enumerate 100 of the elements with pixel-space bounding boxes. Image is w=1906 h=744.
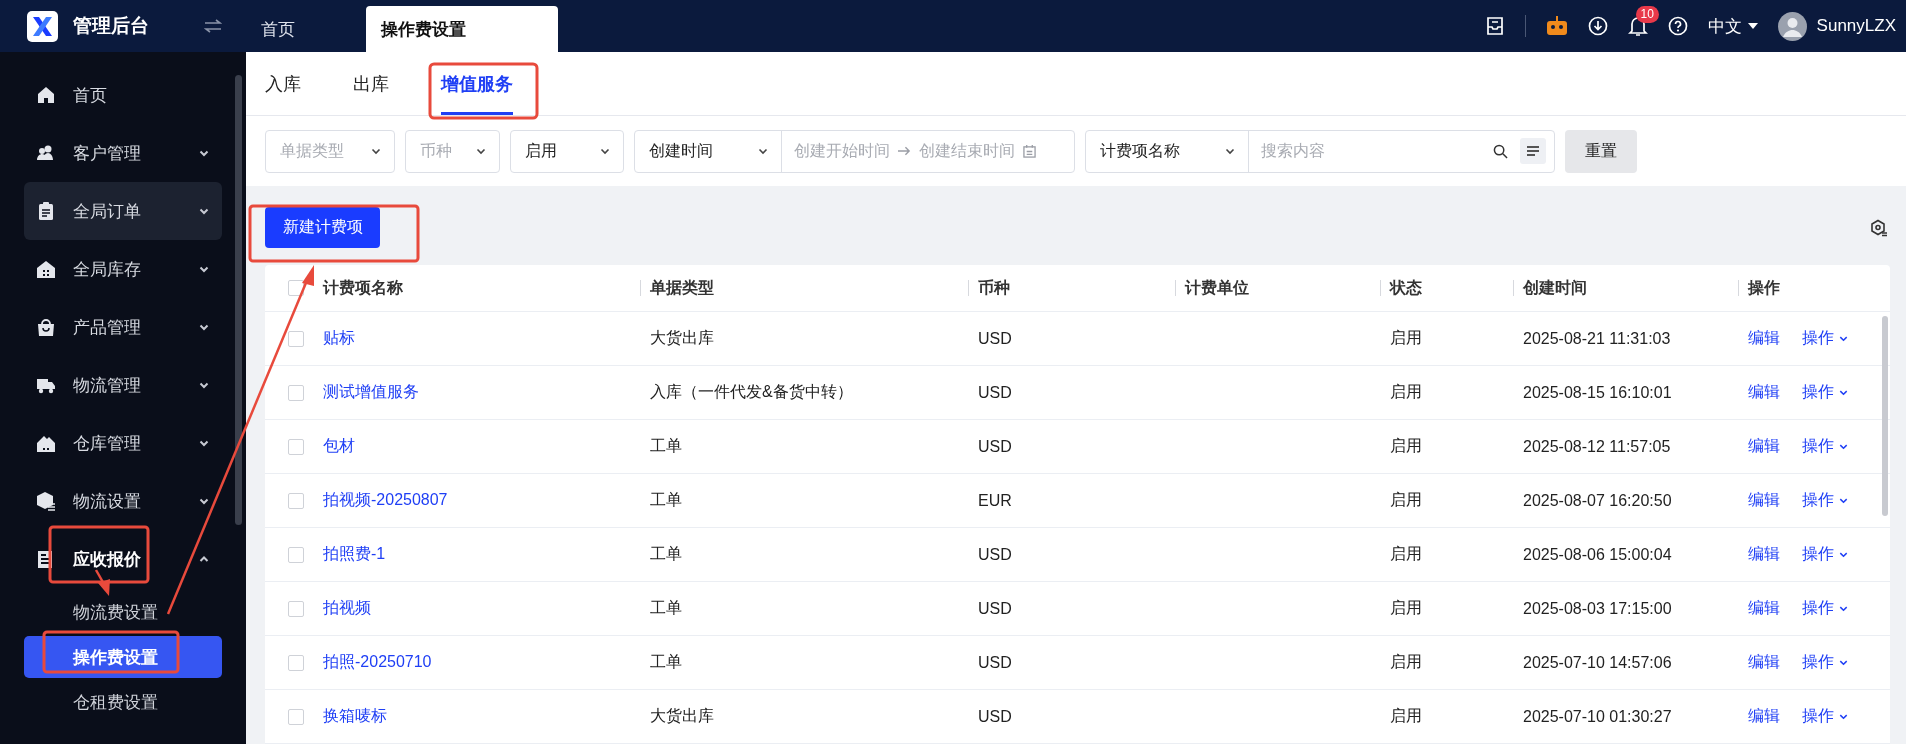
sidebar-item[interactable]: 仓库管理 (24, 414, 222, 472)
column-header: 币种 (978, 277, 1010, 298)
avatar-icon[interactable] (1777, 11, 1807, 41)
reset-button[interactable]: 重置 (1565, 129, 1637, 173)
section-tab[interactable]: 出库 (353, 52, 389, 116)
sidebar-item[interactable]: 应收报价 (24, 530, 222, 588)
edit-link[interactable]: 编辑 (1748, 436, 1780, 457)
date-field-select[interactable]: 创建时间 (635, 130, 782, 172)
table-cell: USD (978, 437, 1012, 455)
table-cell: USD (978, 383, 1012, 401)
new-item-button[interactable]: 新建计费项 (265, 207, 380, 248)
table-cell: 2025-07-10 14:57:06 (1523, 653, 1672, 671)
item-name-link[interactable]: 贴标 (323, 329, 355, 346)
table-cell: 2025-08-15 16:10:01 (1523, 383, 1672, 401)
notification-badge: 10 (1635, 6, 1659, 23)
language-selector[interactable]: 中文 (1707, 14, 1758, 38)
house-icon (36, 433, 56, 453)
row-checkbox[interactable] (288, 438, 304, 455)
edit-link[interactable]: 编辑 (1748, 598, 1780, 619)
search-icon[interactable] (1493, 143, 1508, 159)
settings-icon[interactable] (1870, 218, 1888, 237)
column-header: 单据类型 (650, 277, 714, 298)
table-cell: USD (978, 599, 1012, 617)
table-cell: 启用 (1390, 599, 1422, 616)
actions-dropdown[interactable]: 操作 (1802, 382, 1849, 403)
download-icon[interactable] (1587, 16, 1608, 36)
row-checkbox[interactable] (288, 384, 304, 401)
item-name-link[interactable]: 拍照费-1 (323, 545, 386, 562)
edit-link[interactable]: 编辑 (1748, 706, 1780, 727)
edit-link[interactable]: 编辑 (1748, 382, 1780, 403)
scrollbar-thumb[interactable] (1882, 316, 1888, 516)
row-checkbox[interactable] (288, 654, 304, 671)
page-tab[interactable]: 首页 (246, 6, 310, 52)
inbox-icon[interactable] (1484, 17, 1505, 35)
actions-dropdown[interactable]: 操作 (1802, 544, 1849, 565)
select-all-checkbox[interactable] (288, 280, 304, 296)
sidebar-subitem[interactable]: 操作费设置 (24, 636, 222, 678)
row-checkbox[interactable] (288, 708, 304, 725)
table-cell: 2025-08-12 11:57:05 (1523, 437, 1671, 455)
sidebar-item[interactable]: 客户管理 (24, 124, 222, 182)
actions-dropdown[interactable]: 操作 (1802, 436, 1849, 457)
table-cell: 启用 (1390, 383, 1422, 400)
table-cell: 工单 (650, 545, 682, 562)
building-icon (36, 259, 56, 279)
username[interactable]: SunnyLZX (1816, 16, 1896, 36)
row-checkbox[interactable] (288, 330, 304, 347)
item-name-link[interactable]: 拍照-20250710 (323, 653, 432, 670)
calendar-icon (1023, 144, 1036, 158)
actions-dropdown[interactable]: 操作 (1802, 706, 1849, 727)
swap-arrows-icon[interactable] (204, 19, 222, 33)
robot-icon[interactable] (1545, 16, 1568, 36)
sidebar-item[interactable]: 首页 (24, 66, 222, 124)
help-icon[interactable] (1667, 16, 1688, 36)
sidebar-item[interactable]: 全局库存 (24, 240, 222, 298)
column-header: 状态 (1390, 277, 1422, 298)
column-header: 创建时间 (1523, 277, 1587, 298)
table-cell: 2025-07-10 01:30:27 (1523, 707, 1672, 725)
sidebar-subitem[interactable]: 仓租费设置 (24, 681, 222, 723)
row-checkbox[interactable] (288, 546, 304, 563)
table-cell: 大货出库 (650, 329, 714, 346)
caret-down-icon (1747, 23, 1758, 29)
shopping-bag-icon (36, 317, 56, 337)
annotation-arrow (94, 569, 110, 596)
item-name-link[interactable]: 换箱唛标 (323, 707, 387, 724)
row-checkbox[interactable] (288, 492, 304, 509)
sidebar-subitem[interactable]: 物流费设置 (24, 591, 222, 633)
page-tab[interactable]: 操作费设置 (366, 6, 558, 52)
edit-link[interactable]: 编辑 (1748, 544, 1780, 565)
item-name-link[interactable]: 拍视频-20250807 (323, 491, 448, 508)
sidebar-item[interactable]: 物流管理 (24, 356, 222, 414)
actions-dropdown[interactable]: 操作 (1802, 598, 1849, 619)
item-name-link[interactable]: 包材 (323, 437, 355, 454)
edit-link[interactable]: 编辑 (1748, 490, 1780, 511)
item-name-link[interactable]: 测试增值服务 (323, 383, 419, 400)
arrow-right-icon (898, 146, 911, 156)
section-tab[interactable]: 入库 (265, 52, 301, 116)
table-cell: 启用 (1390, 653, 1422, 670)
sidebar-item[interactable]: 全局订单 (24, 182, 222, 240)
search-field-select[interactable]: 计费项名称 (1086, 130, 1249, 172)
actions-dropdown[interactable]: 操作 (1802, 652, 1849, 673)
actions-dropdown[interactable]: 操作 (1802, 490, 1849, 511)
table-cell: 工单 (650, 491, 682, 508)
filter-select[interactable]: 启用 (510, 129, 624, 173)
edit-link[interactable]: 编辑 (1748, 328, 1780, 349)
sidebar-item[interactable]: 产品管理 (24, 298, 222, 356)
table-cell: 启用 (1390, 491, 1422, 508)
scrollbar-thumb[interactable] (235, 75, 242, 525)
clipboard-icon (36, 201, 56, 221)
item-name-link[interactable]: 拍视频 (323, 599, 371, 616)
edit-link[interactable]: 编辑 (1748, 652, 1780, 673)
table-cell: 启用 (1390, 329, 1422, 346)
row-checkbox[interactable] (288, 600, 304, 617)
table-cell: 启用 (1390, 545, 1422, 562)
table-cell: 2025-08-21 11:31:03 (1523, 329, 1671, 347)
sidebar-item[interactable]: 物流设置 (24, 472, 222, 530)
table-cell: USD (978, 545, 1012, 563)
table-cell: 2025-08-06 15:00:04 (1523, 545, 1672, 563)
actions-dropdown[interactable]: 操作 (1802, 328, 1849, 349)
filter-options-button[interactable] (1520, 138, 1546, 164)
table-cell: 大货出库 (650, 707, 714, 724)
